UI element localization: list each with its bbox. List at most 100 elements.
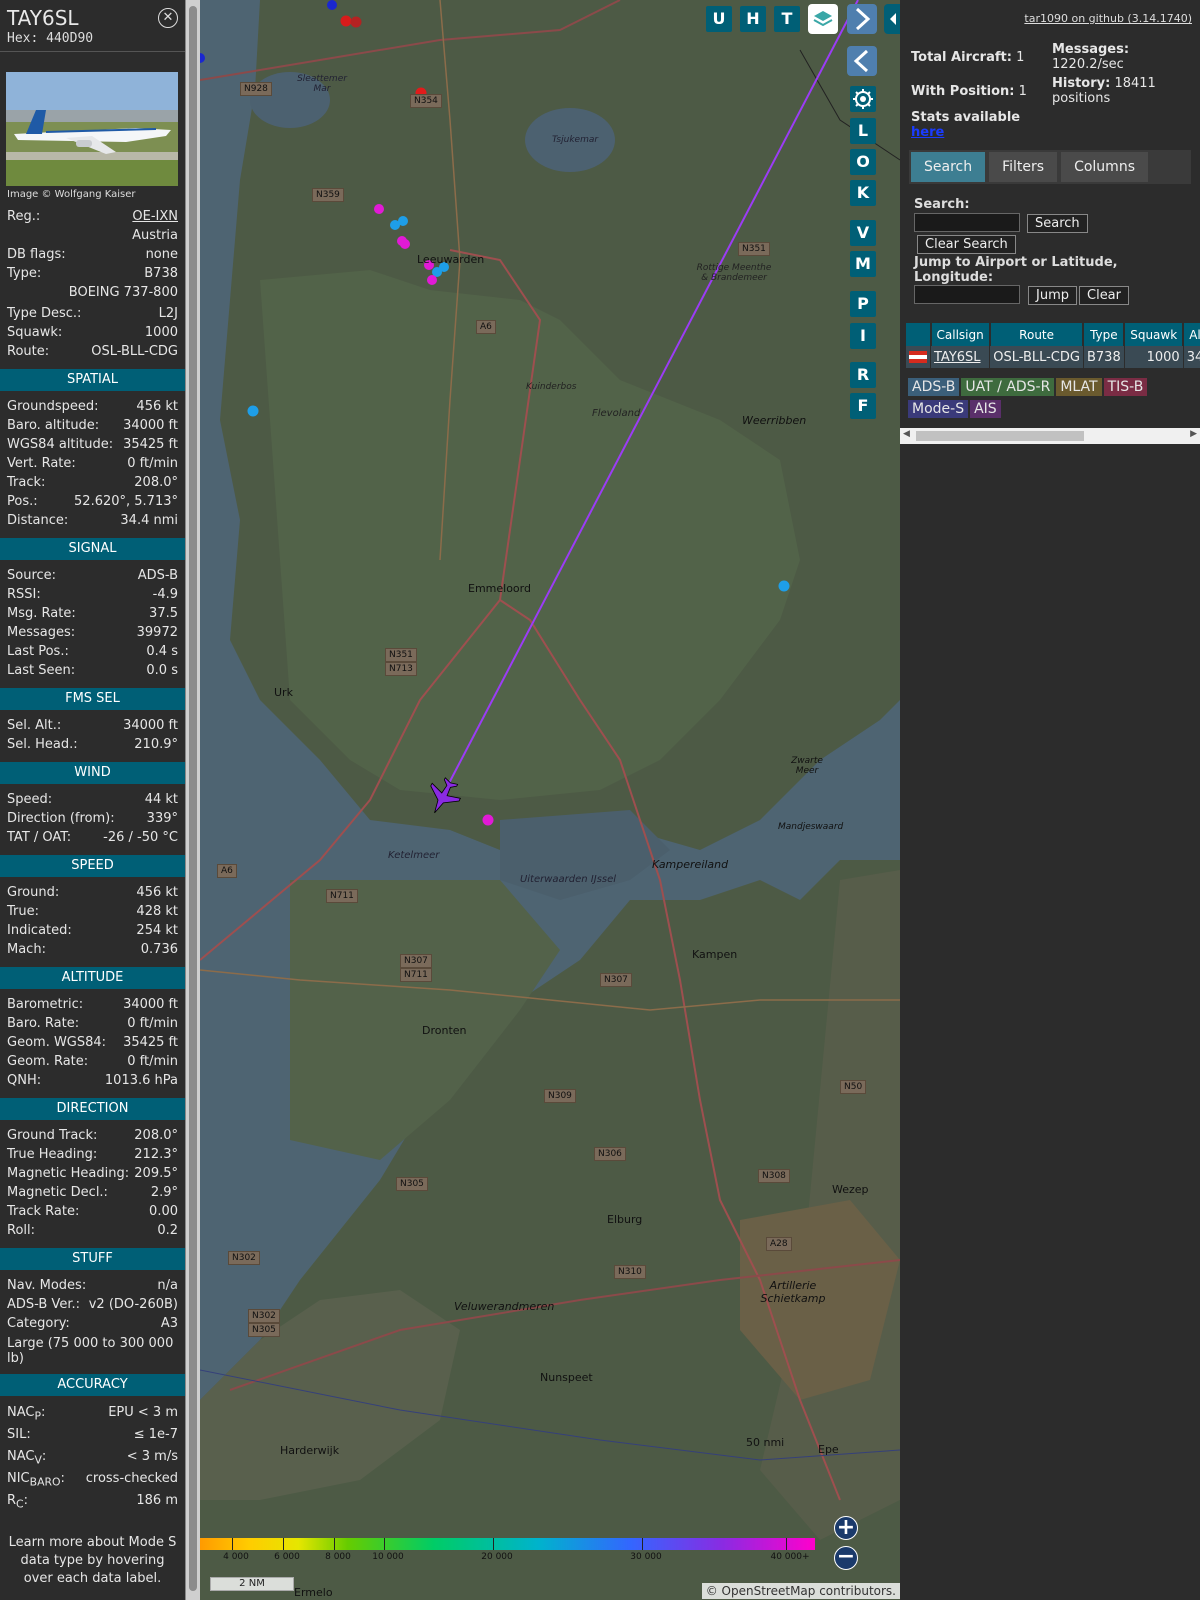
map-view[interactable]: 50 nmi Leeuwarden Emmeloord Urk Flevolan… xyxy=(200,0,900,1600)
jump-button[interactable]: Jump xyxy=(1028,286,1077,305)
map-button-m[interactable]: M xyxy=(850,251,876,277)
altitude-row: Geom. WGS84: 35425 ft xyxy=(0,1033,185,1052)
map-label-rottige: Rottige Meenthe & Brandemeer xyxy=(696,263,772,283)
zoom-out-button[interactable]: − xyxy=(834,1546,858,1570)
clear-button[interactable]: Clear xyxy=(1079,286,1129,305)
github-link[interactable]: tar1090 on github (3.14.1740) xyxy=(1024,12,1192,25)
section-fms: FMS SEL xyxy=(0,688,185,710)
history-stat: History: 18411 positions xyxy=(1052,76,1192,106)
direction-label: Magnetic Decl.: xyxy=(7,1185,108,1200)
table-horizontal-scrollbar[interactable]: ◀ ▶ xyxy=(900,428,1200,444)
map-button-p[interactable]: P xyxy=(850,291,876,317)
road-shield-n310: N310 xyxy=(614,1265,646,1279)
direction-label: Magnetic Heading: xyxy=(7,1166,130,1181)
header-route[interactable]: Route xyxy=(989,323,1085,346)
aircraft-dot-magenta[interactable] xyxy=(374,204,384,214)
source-tag[interactable]: TIS-B xyxy=(1103,378,1148,396)
aircraft-dot-magenta-6[interactable] xyxy=(482,814,494,826)
stats-link[interactable]: here xyxy=(911,125,944,140)
chevron-left-icon[interactable] xyxy=(847,46,877,76)
tab-filters[interactable]: Filters xyxy=(989,152,1058,182)
chevron-right-icon[interactable] xyxy=(847,4,877,34)
source-tag[interactable]: Mode-S xyxy=(908,400,969,418)
speed-row: True: 428 kt xyxy=(0,902,185,921)
aircraft-dot-cyan-2[interactable] xyxy=(398,216,408,226)
table-header: Callsign Route Type Squawk Alt. (ft) xyxy=(906,323,1200,346)
header-callsign[interactable]: Callsign xyxy=(930,323,991,346)
speed-label: Ground: xyxy=(7,885,60,900)
panel-tabs: Search Filters Columns xyxy=(909,150,1191,184)
altitude-row: Geom. Rate: 0 ft/min xyxy=(0,1052,185,1071)
direction-row: Magnetic Heading: 209.5° xyxy=(0,1164,185,1183)
category-label: Category: xyxy=(7,1316,70,1331)
row-squawk: Squawk: 1000 xyxy=(0,323,185,342)
map-label-veluwerandmeren: Veluwerandmeren xyxy=(454,1300,555,1313)
map-button-t[interactable]: T xyxy=(774,6,800,32)
header-type[interactable]: Type xyxy=(1083,323,1126,346)
settings-gear-icon[interactable] xyxy=(850,86,876,112)
altitude-group: Barometric: 34000 ft Baro. Rate: 0 ft/min Ge… xyxy=(0,995,185,1090)
map-button-u[interactable]: U xyxy=(706,6,732,32)
map-label-emmeloord: Emmeloord xyxy=(468,582,531,595)
layers-icon[interactable] xyxy=(808,4,838,34)
tab-columns[interactable]: Columns xyxy=(1061,152,1148,182)
zoom-in-button[interactable]: + xyxy=(834,1516,858,1540)
row-dbflags: DB flags: none xyxy=(0,245,185,264)
aircraft-photo[interactable] xyxy=(6,72,178,186)
map-button-f[interactable]: F xyxy=(850,393,876,419)
altitude-row: Baro. Rate: 0 ft/min xyxy=(0,1014,185,1033)
source-tag[interactable]: AIS xyxy=(970,400,1001,418)
row-route: Route: OSL-BLL-CDG xyxy=(0,342,185,361)
signal-value: 37.5 xyxy=(149,606,178,621)
map-button-h[interactable]: H xyxy=(740,6,766,32)
signal-label: Last Pos.: xyxy=(7,644,69,659)
search-input[interactable] xyxy=(914,213,1020,232)
speed-row: Ground: 456 kt xyxy=(0,883,185,902)
row-callsign[interactable]: TAY6SL xyxy=(930,346,991,368)
map-button-i[interactable]: I xyxy=(850,323,876,349)
aircraft-dot-magenta-3[interactable] xyxy=(400,239,410,249)
source-tag[interactable]: MLAT xyxy=(1056,378,1102,396)
close-icon[interactable]: ✕ xyxy=(158,8,178,28)
map-button-l[interactable]: L xyxy=(850,118,876,144)
aircraft-dot-cyan-6[interactable] xyxy=(778,580,790,592)
scrollbar-thumb[interactable] xyxy=(189,6,197,1591)
info-scrollbar[interactable] xyxy=(185,0,200,1600)
typedesc-value: L2J xyxy=(158,306,178,321)
clear-search-button[interactable]: Clear Search xyxy=(917,235,1016,254)
category-value: A3 xyxy=(160,1316,178,1331)
nacp-label-sub: P xyxy=(34,1409,41,1423)
aircraft-dot-blue[interactable] xyxy=(327,0,337,10)
stats-available: Stats available here xyxy=(911,110,1020,140)
map-button-o[interactable]: O xyxy=(850,149,876,175)
direction-value: 0.00 xyxy=(149,1204,178,1219)
header-altitude[interactable]: Alt. (ft) xyxy=(1183,323,1200,346)
tab-search[interactable]: Search xyxy=(911,152,986,182)
map-button-r[interactable]: R xyxy=(850,362,876,388)
direction-row: True Heading: 212.3° xyxy=(0,1145,185,1164)
row-type-full: BOEING 737-800 xyxy=(0,283,185,302)
map-button-v[interactable]: V xyxy=(850,220,876,246)
source-tag[interactable]: ADS-B xyxy=(908,378,960,396)
registration-link[interactable]: OE-IXN xyxy=(132,207,178,226)
aircraft-dot-cyan-5[interactable] xyxy=(247,405,259,417)
expand-panel-icon[interactable] xyxy=(884,4,900,34)
hex-code: Hex: 440D90 xyxy=(7,31,94,46)
header-squawk[interactable]: Squawk xyxy=(1124,323,1185,346)
nicbaro-label-sub: BARO xyxy=(29,1475,61,1489)
row-category: Category: A3 xyxy=(0,1314,185,1333)
aircraft-dot-red[interactable] xyxy=(340,15,352,27)
hscroll-thumb[interactable] xyxy=(916,431,1084,441)
table-row[interactable]: TAY6SL OSL-BLL-CDG B738 1000 34000 xyxy=(906,346,1200,368)
map-button-k[interactable]: K xyxy=(850,180,876,206)
search-button[interactable]: Search xyxy=(1027,214,1088,233)
source-tag[interactable]: UAT / ADS-R xyxy=(961,378,1055,396)
header-flag[interactable] xyxy=(906,323,932,346)
nacp-value: EPU < 3 m xyxy=(108,1405,178,1420)
aircraft-dot-red-2[interactable] xyxy=(350,16,362,28)
squawk-value: 1000 xyxy=(144,325,178,340)
aircraft-dot-magenta-5[interactable] xyxy=(427,275,437,285)
direction-value: 208.0° xyxy=(134,1128,178,1143)
reg-label: Reg.: xyxy=(7,209,41,224)
jump-input[interactable] xyxy=(914,285,1020,304)
